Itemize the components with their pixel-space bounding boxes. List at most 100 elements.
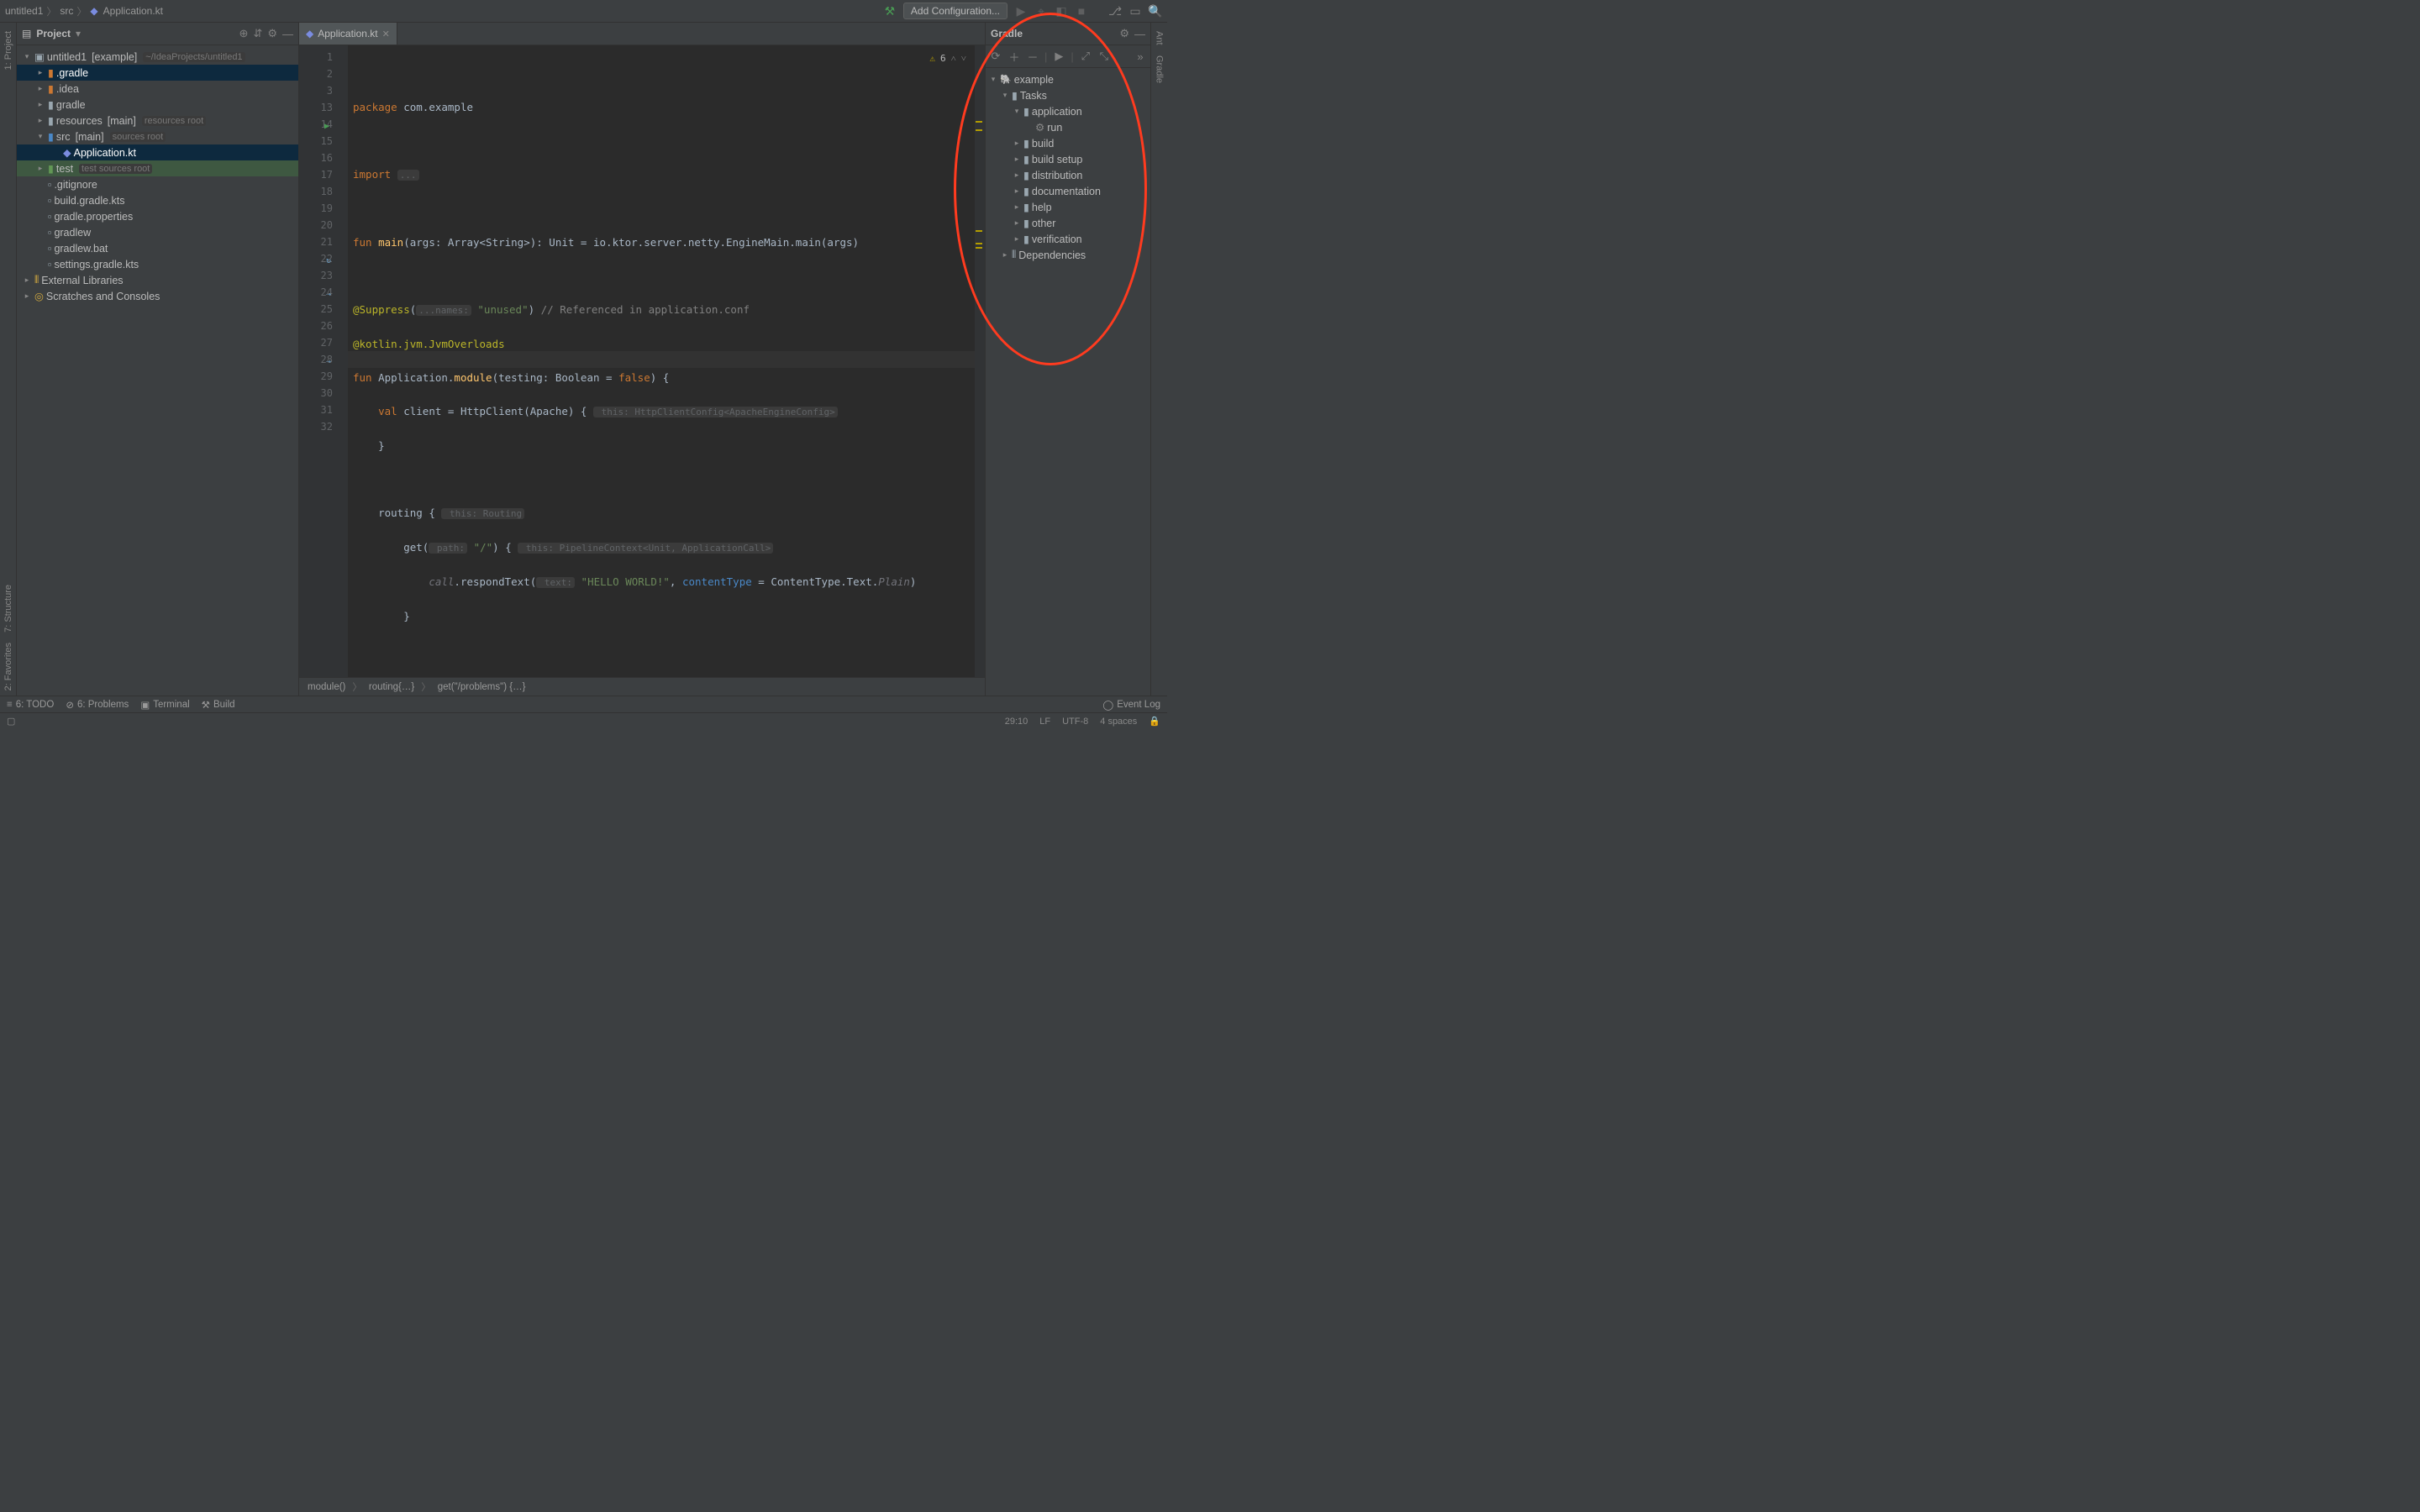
tree-src-dir[interactable]: ▾ ▮ src [main] sources root [17, 129, 298, 144]
editor-gutter[interactable]: 1 2 3 13 14▶ 15 16 17 18 19 20 21 22↻ 23… [299, 45, 348, 677]
crumb-project[interactable]: untitled1 [5, 5, 43, 17]
tree-gradlew[interactable]: ▫ gradlew [17, 224, 298, 240]
chevron-right-icon[interactable]: ▸ [1013, 155, 1021, 164]
tool-tab-event-log[interactable]: ◯Event Log [1102, 699, 1160, 711]
editor-body[interactable]: 1 2 3 13 14▶ 15 16 17 18 19 20 21 22↻ 23… [299, 45, 985, 677]
project-panel-title[interactable]: Project [36, 28, 71, 39]
indent-setting[interactable]: 4 spaces [1100, 717, 1137, 727]
gutter-suspend-icon[interactable]: ⇢ [326, 286, 331, 303]
more-icon[interactable]: » [1134, 50, 1147, 63]
gradle-node-documentation[interactable]: ▸ ▮ documentation [986, 183, 1150, 199]
chevron-down-icon[interactable]: ▾ [989, 75, 997, 84]
execute-icon[interactable]: ▶ [1052, 50, 1065, 63]
warning-marker[interactable] [976, 230, 982, 232]
chevron-right-icon[interactable]: ▸ [35, 100, 45, 109]
gradle-node-verification[interactable]: ▸ ▮ verification [986, 231, 1150, 247]
close-icon[interactable]: ✕ [382, 29, 390, 39]
gutter-run-icon[interactable]: ▶ [324, 118, 329, 135]
tool-tab-todo[interactable]: ≡6: TODO [7, 700, 54, 710]
gradle-task-run[interactable]: ⚙ run [986, 119, 1150, 135]
tree-gitignore[interactable]: ▫ .gitignore [17, 176, 298, 192]
git-icon[interactable]: ⎇ [1108, 4, 1122, 18]
tool-tab-build[interactable]: ⚒Build [202, 699, 235, 711]
hammer-icon[interactable]: ⚒ [883, 4, 897, 18]
tool-tab-problems[interactable]: ⊘6: Problems [66, 699, 129, 711]
chevron-right-icon[interactable]: ▸ [35, 68, 45, 77]
tool-tab-terminal[interactable]: ▣Terminal [140, 699, 189, 711]
hide-icon[interactable]: — [1134, 28, 1145, 40]
settings-icon[interactable]: ⚙ [1119, 27, 1129, 40]
chevron-right-icon[interactable]: ▸ [1013, 218, 1021, 228]
add-icon[interactable]: ＋ [1007, 49, 1021, 65]
gutter-suspend-icon[interactable]: ⇢ [326, 354, 331, 370]
chevron-down-icon[interactable]: ▾ [1001, 91, 1009, 100]
gradle-tree[interactable]: ▾ 🐘 example ▾ ▮ Tasks ▾ ▮ application ⚙ … [986, 68, 1150, 696]
tool-tab-project[interactable]: 1: Project [3, 26, 13, 75]
chevron-right-icon[interactable]: ▸ [35, 116, 45, 125]
gutter-recursive-icon[interactable]: ↻ [326, 253, 331, 270]
chevron-down-icon[interactable]: ▾ [1013, 107, 1021, 116]
run-icon[interactable]: ▶ [1014, 4, 1028, 18]
project-tree[interactable]: ▾ ▣ untitled1 [example] ~/IdeaProjects/u… [17, 45, 298, 696]
problems-badge[interactable]: ⚠ 6 ˄ ˅ [929, 50, 966, 67]
chevron-right-icon[interactable]: ▸ [1013, 186, 1021, 196]
chevron-down-icon[interactable]: ▾ [22, 52, 32, 61]
tree-test-dir[interactable]: ▸ ▮ test test sources root [17, 160, 298, 176]
tree-build-gradle[interactable]: ▫ build.gradle.kts [17, 192, 298, 208]
gradle-node-example[interactable]: ▾ 🐘 example [986, 71, 1150, 87]
tool-tab-favorites[interactable]: 2: Favorites [3, 638, 13, 696]
crumb-module[interactable]: module() [308, 682, 345, 692]
gradle-node-other[interactable]: ▸ ▮ other [986, 215, 1150, 231]
chevron-right-icon[interactable]: ▸ [35, 164, 45, 173]
chevron-up-icon[interactable]: ˄ [951, 50, 956, 67]
marker-stripe[interactable] [975, 45, 985, 677]
chevron-right-icon[interactable]: ▸ [1001, 250, 1009, 260]
lock-icon[interactable]: 🔒 [1149, 716, 1160, 727]
tool-tab-gradle[interactable]: Gradle [1155, 50, 1165, 88]
crumb-routing[interactable]: routing{…} [369, 682, 414, 692]
tree-gradle-dir2[interactable]: ▸ ▮ gradle [17, 97, 298, 113]
chevron-right-icon[interactable]: ▸ [22, 291, 32, 301]
chevron-right-icon[interactable]: ▸ [35, 84, 45, 93]
crumb-get[interactable]: get("/problems") {…} [438, 682, 526, 692]
tool-tab-ant[interactable]: Ant [1155, 26, 1165, 50]
file-encoding[interactable]: UTF-8 [1062, 717, 1088, 727]
tree-idea-dir[interactable]: ▸ ▮ .idea [17, 81, 298, 97]
folded-imports[interactable]: ... [397, 170, 419, 181]
search-icon[interactable]: 🔍 [1149, 4, 1162, 18]
chevron-down-icon[interactable]: ˅ [961, 50, 966, 67]
crumb-src[interactable]: src [60, 5, 73, 17]
editor-tab-application[interactable]: ◆ Application.kt ✕ [299, 23, 397, 45]
tree-settings-gradle[interactable]: ▫ settings.gradle.kts [17, 256, 298, 272]
tree-root[interactable]: ▾ ▣ untitled1 [example] ~/IdeaProjects/u… [17, 49, 298, 65]
tree-resources-dir[interactable]: ▸ ▮ resources [main] resources root [17, 113, 298, 129]
gradle-node-distribution[interactable]: ▸ ▮ distribution [986, 167, 1150, 183]
hide-icon[interactable]: — [282, 28, 293, 40]
dropdown-icon[interactable]: ▾ [76, 28, 81, 39]
stop-icon[interactable]: ■ [1075, 4, 1088, 18]
gradle-node-dependencies[interactable]: ▸ ⫴ Dependencies [986, 247, 1150, 263]
chevron-right-icon[interactable]: ▸ [1013, 202, 1021, 212]
gradle-node-build[interactable]: ▸ ▮ build [986, 135, 1150, 151]
tree-gradle-properties[interactable]: ▫ gradle.properties [17, 208, 298, 224]
tree-scratches[interactable]: ▸ ◎ Scratches and Consoles [17, 288, 298, 304]
add-configuration-button[interactable]: Add Configuration... [903, 3, 1007, 19]
ide-settings-icon[interactable]: ▭ [1128, 4, 1142, 18]
tree-gradlew-bat[interactable]: ▫ gradlew.bat [17, 240, 298, 256]
refresh-icon[interactable]: ⟳ [989, 50, 1002, 63]
chevron-right-icon[interactable]: ▸ [1013, 139, 1021, 148]
locate-icon[interactable]: ⊕ [239, 27, 249, 40]
tree-application-kt[interactable]: ◆ Application.kt [17, 144, 298, 160]
chevron-right-icon[interactable]: ▸ [1013, 171, 1021, 180]
debug-icon[interactable]: ⌖ [1034, 4, 1048, 18]
tree-external-libraries[interactable]: ▸ ⫴ External Libraries [17, 272, 298, 288]
tool-tab-structure[interactable]: 7: Structure [3, 580, 13, 638]
collapse-icon[interactable]: ⇵ [253, 27, 262, 40]
gradle-node-tasks[interactable]: ▾ ▮ Tasks [986, 87, 1150, 103]
remove-icon[interactable]: － [1026, 49, 1039, 65]
chevron-right-icon[interactable]: ▸ [22, 276, 32, 285]
expand-icon[interactable]: ⤢ [1079, 50, 1092, 63]
code-editor[interactable]: ⚠ 6 ˄ ˅ package com.example import ... f… [348, 45, 975, 677]
warning-marker[interactable] [976, 243, 982, 244]
caret-position[interactable]: 29:10 [1005, 717, 1028, 727]
